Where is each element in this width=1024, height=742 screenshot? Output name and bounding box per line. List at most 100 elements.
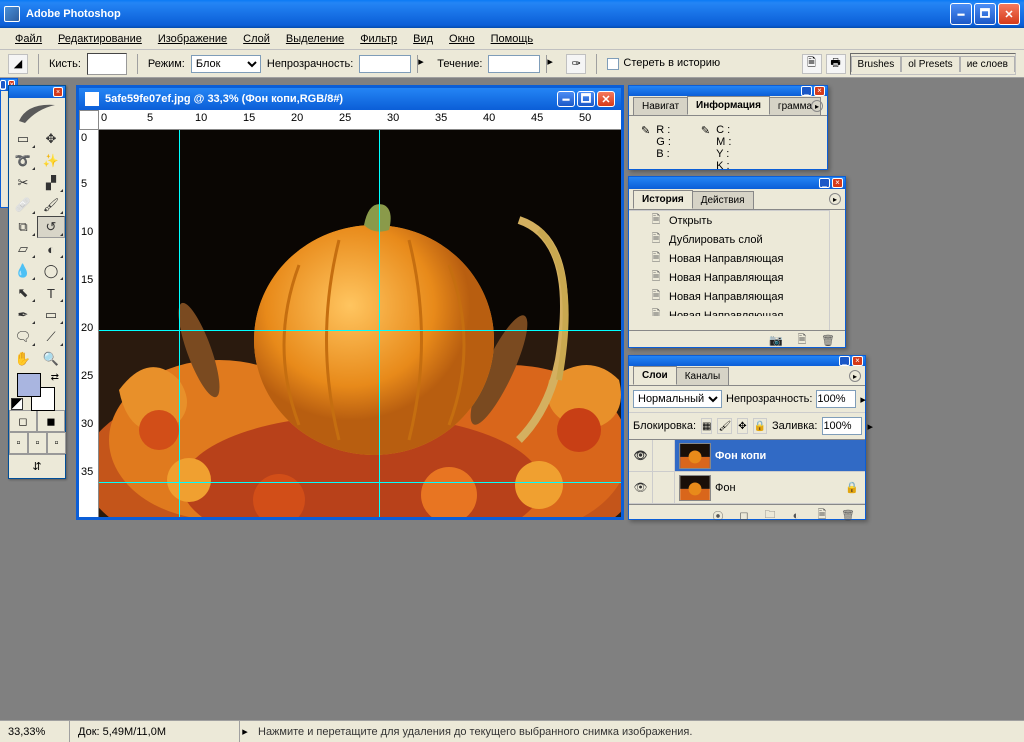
heal-tool[interactable]: 🩹 <box>9 194 37 216</box>
layer-style-button[interactable]: ⦿ <box>709 508 727 524</box>
history-item[interactable]: 🗎Открыть <box>629 211 829 230</box>
palette-close-button[interactable]: × <box>814 86 825 96</box>
brush-tool[interactable]: 🖌 <box>37 194 65 216</box>
crop-tool[interactable]: ✂ <box>9 172 37 194</box>
palette-well[interactable]: Brushes ol Presets ие слоев <box>850 53 1016 75</box>
palette-close-button[interactable]: × <box>832 178 843 188</box>
layer-row[interactable]: 👁 Фон копи <box>629 440 865 472</box>
default-colors-icon[interactable] <box>11 398 23 410</box>
layer-mask-button[interactable]: ◻ <box>735 508 753 524</box>
dodge-tool[interactable]: ◯ <box>37 260 65 282</box>
tab-history[interactable]: История <box>633 190 693 209</box>
layer-opacity-input[interactable] <box>816 390 856 408</box>
palette-dock-icon[interactable]: 🖶 <box>826 54 846 74</box>
tab-navigator[interactable]: Навигат <box>633 97 688 115</box>
quickmask-mode-button[interactable]: ◼ <box>37 410 65 432</box>
ruler-horizontal[interactable]: 0 5 10 15 20 25 30 35 40 45 50 <box>99 110 621 130</box>
tab-layers[interactable]: Слои <box>633 366 677 385</box>
doc-close-button[interactable]: ✕ <box>597 91 615 107</box>
palette-minimize-button[interactable]: _ <box>819 178 830 188</box>
guide-horizontal-2[interactable] <box>99 482 621 483</box>
tool-preset-icon[interactable]: ◢ <box>8 54 28 74</box>
type-tool[interactable]: T <box>37 282 65 304</box>
history-item[interactable]: 🗎Новая Направляющая <box>629 306 829 316</box>
palette-minimize-button[interactable]: _ <box>0 80 6 90</box>
tab-actions[interactable]: Действия <box>692 191 754 209</box>
delete-layer-button[interactable]: 🗑 <box>839 508 857 524</box>
airbrush-icon[interactable]: ✑ <box>566 54 586 74</box>
lock-transparency-button[interactable]: ▦ <box>701 418 712 434</box>
menu-image[interactable]: Изображение <box>151 31 234 47</box>
status-menu-arrow[interactable]: ▸ <box>240 725 250 738</box>
toolbox-close-button[interactable]: × <box>53 87 63 97</box>
window-minimize-button[interactable]: 🗕 <box>950 3 972 25</box>
tab-channels[interactable]: Каналы <box>676 367 730 385</box>
eraser-tool[interactable]: ▱ <box>9 238 37 260</box>
guide-vertical[interactable] <box>379 130 380 517</box>
ruler-vertical[interactable]: 0 5 10 15 20 25 30 35 <box>79 130 99 517</box>
new-snapshot-button[interactable]: 📷 <box>767 333 785 348</box>
zoom-tool[interactable]: 🔍 <box>37 348 65 370</box>
menu-select[interactable]: Выделение <box>279 31 351 47</box>
brush-picker[interactable] <box>87 53 127 75</box>
menu-file[interactable]: Файл <box>8 31 49 47</box>
guide-vertical-2[interactable] <box>179 130 180 517</box>
palette-minimize-button[interactable]: _ <box>801 86 812 96</box>
canvas[interactable] <box>99 130 621 517</box>
window-maximize-button[interactable]: 🗖 <box>974 3 996 25</box>
wand-tool[interactable]: ✨ <box>37 150 65 172</box>
lasso-tool[interactable]: ➰ <box>9 150 37 172</box>
notes-tool[interactable]: 🗨 <box>9 326 37 348</box>
doc-minimize-button[interactable]: 🗕 <box>557 91 575 107</box>
palette-minimize-button[interactable]: _ <box>839 356 850 366</box>
screen-full-button[interactable]: ▫ <box>47 432 66 454</box>
screen-std-button[interactable]: ▫ <box>9 432 28 454</box>
new-document-button[interactable]: 🗎 <box>793 333 811 348</box>
link-toggle[interactable] <box>653 440 675 471</box>
flow-input[interactable] <box>488 55 540 73</box>
foreground-color-swatch[interactable] <box>17 373 41 397</box>
stamp-tool[interactable]: ⧉ <box>9 216 37 238</box>
palette-close-button[interactable]: × <box>852 356 863 366</box>
swap-colors-icon[interactable]: ⇄ <box>51 372 59 383</box>
lock-all-button[interactable]: 🔒 <box>753 418 767 434</box>
scrollbar[interactable] <box>829 210 845 330</box>
docsize-status[interactable]: Док: 5,49M/11,0M <box>70 721 240 742</box>
blur-tool[interactable]: 💧 <box>9 260 37 282</box>
pen-tool[interactable]: ✒ <box>9 304 37 326</box>
blend-mode-select[interactable]: Нормальный <box>633 390 722 408</box>
opacity-input[interactable] <box>359 55 411 73</box>
path-tool[interactable]: ⬉ <box>9 282 37 304</box>
visibility-toggle[interactable]: 👁 <box>629 472 653 503</box>
history-brush-tool[interactable]: ↺ <box>37 216 65 238</box>
guide-horizontal[interactable] <box>99 330 621 331</box>
visibility-toggle[interactable]: 👁 <box>629 440 653 471</box>
erase-history-checkbox[interactable]: Стереть в историю <box>607 57 720 69</box>
history-item[interactable]: 🗎Новая Направляющая <box>629 287 829 306</box>
adjustment-layer-button[interactable]: ◐ <box>787 508 805 524</box>
mode-select[interactable]: Блок <box>191 55 261 73</box>
palette-menu-button[interactable]: ▸ <box>811 100 823 112</box>
history-item[interactable]: 🗎Дублировать слой <box>629 230 829 249</box>
window-close-button[interactable]: ✕ <box>998 3 1020 25</box>
doc-maximize-button[interactable]: 🗖 <box>577 91 595 107</box>
lock-position-button[interactable]: ✥ <box>737 418 747 434</box>
eyedropper-tool[interactable]: ⟋ <box>37 326 65 348</box>
history-item[interactable]: 🗎Новая Направляющая <box>629 249 829 268</box>
new-layer-button[interactable]: 🗎 <box>813 508 831 524</box>
palette-menu-button[interactable]: ▸ <box>849 370 861 382</box>
zoom-status[interactable]: 33,33% <box>0 721 70 742</box>
menu-edit[interactable]: Редактирование <box>51 31 149 47</box>
menu-help[interactable]: Помощь <box>484 31 541 47</box>
menu-window[interactable]: Окно <box>442 31 482 47</box>
ruler-origin[interactable] <box>79 110 99 130</box>
menu-layer[interactable]: Слой <box>236 31 277 47</box>
layer-fill-input[interactable] <box>822 417 862 435</box>
hand-tool[interactable]: ✋ <box>9 348 37 370</box>
delete-button[interactable]: 🗑 <box>819 333 837 348</box>
jump-to-imageready-button[interactable]: ⇵ <box>9 454 65 478</box>
tab-info[interactable]: Информация <box>687 96 770 115</box>
palette-menu-button[interactable]: ▸ <box>829 193 841 205</box>
marquee-tool[interactable]: ▭ <box>9 128 37 150</box>
file-browser-icon[interactable]: 🗎 <box>802 54 822 74</box>
